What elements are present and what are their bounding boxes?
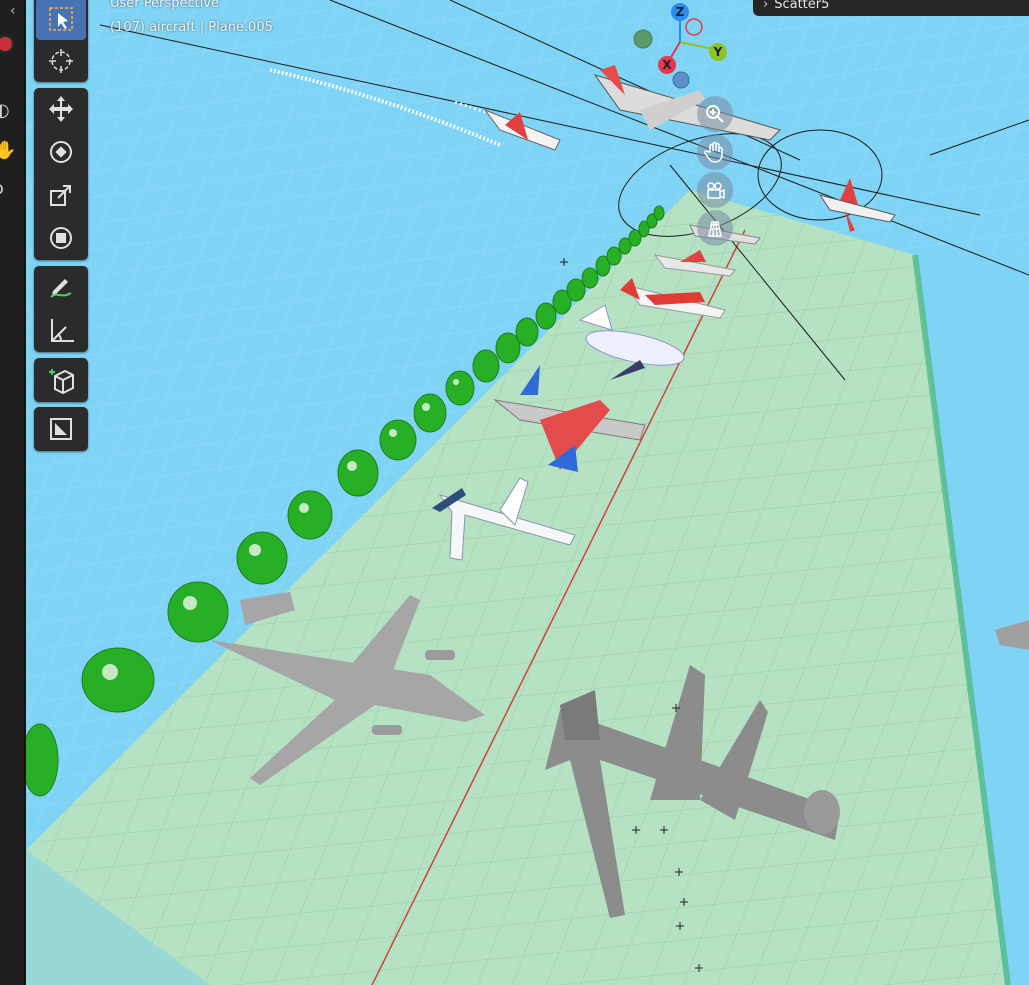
y-axis-label: Y: [713, 45, 723, 59]
outliner-item-label: Scatter5: [774, 0, 830, 12]
move-icon: [49, 96, 73, 122]
editor-divider[interactable]: [24, 0, 26, 985]
transform-tool-group: [34, 88, 88, 260]
select-tool-group: [34, 0, 88, 82]
viewport-perspective-label: User Perspective: [110, 0, 220, 11]
transform-tool[interactable]: [36, 217, 86, 259]
measure-icon: [51, 319, 74, 342]
grid-icon: [708, 221, 722, 237]
viewport-scene: [0, 0, 1029, 985]
select-box-tool[interactable]: [36, 0, 86, 40]
mask-icon: [50, 418, 72, 440]
add-cube-icon: [49, 369, 74, 395]
record-icon[interactable]: [0, 37, 12, 51]
x-axis-label: X: [662, 58, 672, 72]
transform-icon: [50, 227, 72, 249]
perspective-toggle-button[interactable]: [697, 210, 733, 246]
z-axis-label: Z: [676, 5, 685, 19]
add-cube-tool[interactable]: [36, 359, 86, 401]
pencil-icon: [50, 279, 72, 298]
camera-icon: [707, 182, 725, 200]
chevron-left-icon[interactable]: ‹: [10, 3, 16, 19]
move-tool[interactable]: [36, 88, 86, 130]
scale-icon: [50, 185, 71, 206]
cursor-tool[interactable]: [36, 40, 86, 82]
rotate-icon: [50, 141, 72, 163]
add-tool-group: [34, 358, 88, 402]
left-editor-strip: ‹ ◐ ✋ ↄ: [0, 0, 26, 985]
neg-x-handle: [685, 18, 703, 36]
hand-icon: [704, 141, 723, 163]
scale-tool[interactable]: [36, 174, 86, 216]
cursor-icon: [49, 49, 73, 73]
neg-y-handle: [633, 29, 653, 49]
camera-view-button[interactable]: [697, 172, 733, 208]
axis-gizmo[interactable]: Z Y X: [630, 0, 730, 100]
zoom-icon: [706, 105, 724, 123]
neg-z-handle: [672, 71, 690, 89]
rotate-tool[interactable]: [36, 131, 86, 173]
pan-button[interactable]: [697, 134, 733, 170]
annotate-tool-group: [34, 266, 88, 352]
chevron-right-icon[interactable]: ›: [763, 0, 768, 12]
mask-tool[interactable]: [36, 408, 86, 450]
brush-icon[interactable]: ◐: [0, 100, 10, 121]
annotate-tool[interactable]: [36, 266, 86, 308]
measure-tool[interactable]: [36, 309, 86, 351]
outliner-item[interactable]: › Scatter5: [753, 0, 1029, 16]
3d-viewport[interactable]: ‹ ◐ ✋ ↄ User Perspective (107) aircraft …: [0, 0, 1029, 985]
mask-tool-group: [34, 407, 88, 451]
viewport-object-label: (107) aircraft | Plane.005: [110, 20, 273, 35]
lasso-icon[interactable]: ↄ: [0, 178, 4, 199]
zoom-button[interactable]: [697, 96, 733, 132]
hand-icon[interactable]: ✋: [0, 140, 16, 161]
select-box-icon: [49, 7, 73, 31]
